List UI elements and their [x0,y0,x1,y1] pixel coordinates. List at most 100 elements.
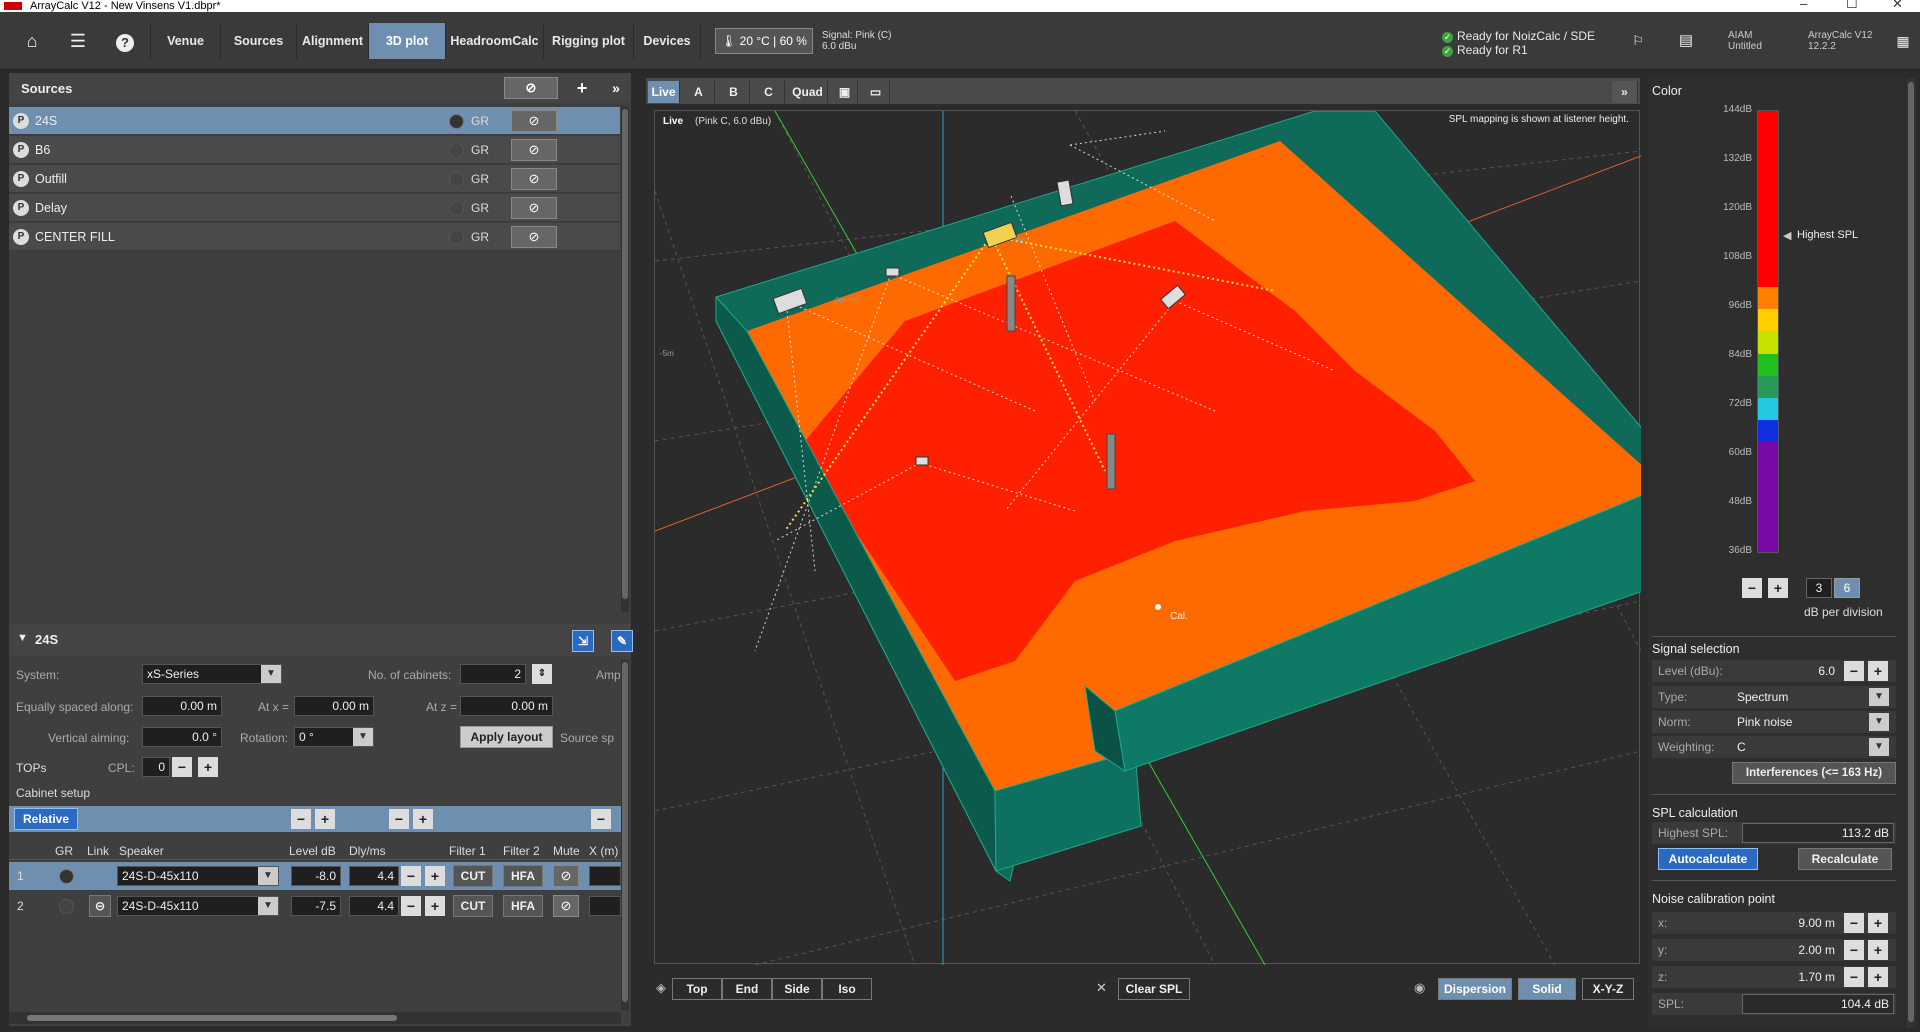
sources-scrollbar[interactable] [621,107,629,612]
maximize-icon[interactable]: ☐ [1846,0,1858,10]
delay-minus-button[interactable]: − [401,896,421,916]
view-top-button[interactable]: Top [672,978,722,1000]
filter1-button[interactable]: CUT [453,895,493,917]
dispersion-button[interactable]: Dispersion [1438,978,1512,1000]
filter2-button[interactable]: HFA [503,865,543,887]
temperature-button[interactable]: 🌡 20 °C | 60 % [715,28,813,54]
xyz-button[interactable]: X-Y-Z [1582,978,1634,1000]
level-plus-button[interactable]: + [1868,661,1888,681]
spaced-field[interactable]: 0.00 m [142,696,222,716]
tab-headroomcalc[interactable]: HeadroomCalc [445,23,543,59]
mute-all-button[interactable]: ⊘ [504,77,558,99]
tab-devices[interactable]: Devices [633,23,701,59]
spl-3d-plot[interactable]: Cal. 5m 0m (Y) -5m [654,110,1700,966]
delay-plus-button[interactable]: + [425,896,445,916]
mute-button[interactable]: ⊘ [511,168,557,190]
cabinets-stepper[interactable]: ⇕ [532,664,552,684]
table-row[interactable]: 1 24S-D-45x110 ▼ -8.0 4.4 − + CUT HFA ⊘ [9,862,621,890]
tab-b[interactable]: B [718,81,750,103]
gr-toggle[interactable] [449,114,464,129]
horizontal-scrollbar[interactable] [9,1012,621,1024]
gr-toggle[interactable] [59,899,74,914]
expand-icon[interactable]: » [1612,81,1638,103]
gr-toggle[interactable] [449,143,464,158]
cpl-minus-button[interactable]: − [172,757,192,777]
x-minus-button[interactable]: − [591,809,611,829]
gr-toggle[interactable] [449,172,464,187]
type-select[interactable]: Spectrum ▼ [1732,687,1890,707]
vertical-aiming-field[interactable]: 0.0 ° [142,727,222,747]
cal-z-field[interactable]: 1.70 m [1742,967,1840,987]
collapse-icon[interactable]: ▼ [17,632,28,644]
tab-quad[interactable]: Quad [788,81,828,103]
x-field[interactable] [589,866,621,886]
home-icon[interactable]: ⌂ [14,23,50,59]
link-icon[interactable]: ⊝ [89,895,111,917]
minimize-icon[interactable]: – [1800,0,1807,10]
view-side-button[interactable]: Side [772,978,822,1000]
detail-scrollbar[interactable] [621,660,629,1010]
table-row[interactable]: 2 ⊝ 24S-D-45x110 ▼ -7.5 4.4 − + CUT HFA ⊘ [9,892,621,920]
rotation-select[interactable]: 0 ° ▼ [294,727,374,747]
level-plus-button[interactable]: + [315,809,335,829]
3d-viewport[interactable]: Cal. 5m 0m (Y) -5m Live (Pink C, 6.0 dBu… [654,110,1700,966]
cal-z-plus-button[interactable]: + [1868,967,1888,987]
atx-field[interactable]: 0.00 m [294,696,374,716]
cal-y-plus-button[interactable]: + [1868,940,1888,960]
expand-icon[interactable]: » [605,77,627,99]
tab-sources[interactable]: Sources [220,23,296,59]
clear-spl-button[interactable]: Clear SPL [1118,978,1190,1000]
weighting-select[interactable]: C ▼ [1732,737,1890,757]
delay-field[interactable]: 4.4 [349,866,399,886]
level-field[interactable]: -8.0 [291,866,341,886]
right-scrollbar[interactable] [1906,78,1916,1028]
delay-field[interactable]: 4.4 [349,896,399,916]
view-end-button[interactable]: End [722,978,772,1000]
interferences-button[interactable]: Interferences (<= 163 Hz) [1732,762,1896,784]
speaker-select[interactable]: 24S-D-45x110 ▼ [117,866,279,886]
close-icon[interactable]: ✕ [1892,0,1903,10]
level-field[interactable]: -7.5 [291,896,341,916]
delay-minus-button[interactable]: − [389,809,409,829]
eye-icon[interactable]: ◉ [1414,980,1425,996]
norm-select[interactable]: Pink noise ▼ [1732,712,1890,732]
atz-field[interactable]: 0.00 m [460,696,553,716]
level-minus-button[interactable]: − [1844,661,1864,681]
apply-layout-button[interactable]: Apply layout [460,726,553,748]
source-row-center-fill[interactable]: P CENTER FILL GR ⊘ [9,223,620,251]
edit-icon[interactable]: ✎ [611,630,633,652]
mute-button[interactable]: ⊘ [511,197,557,219]
level-field[interactable]: 6.0 [1732,661,1840,681]
source-row-24s[interactable]: P 24S GR ⊘ [9,107,620,135]
tab-3d-plot[interactable]: 3D plot [368,23,445,59]
tab-live[interactable]: Live [648,81,680,103]
gr-toggle[interactable] [59,869,74,884]
gr-toggle[interactable] [449,201,464,216]
filter1-button[interactable]: CUT [453,865,493,887]
cpl-plus-button[interactable]: + [198,757,218,777]
folder-icon[interactable]: ▭ [862,81,890,103]
tab-c[interactable]: C [753,81,785,103]
tab-venue[interactable]: Venue [150,23,220,59]
delay-minus-button[interactable]: − [401,866,421,886]
grid-icon[interactable]: ▦ [1885,23,1920,59]
relative-button[interactable]: Relative [14,808,78,830]
cabinets-field[interactable]: 2 [460,664,526,684]
cal-y-minus-button[interactable]: − [1844,940,1864,960]
speaker-select[interactable]: 24S-D-45x110 ▼ [117,896,279,916]
mute-button[interactable]: ⊘ [511,226,557,248]
mute-button[interactable]: ⊘ [553,865,579,887]
div-6-button[interactable]: 6 [1834,578,1860,598]
range-minus-button[interactable]: − [1742,578,1762,598]
mute-button[interactable]: ⊘ [553,895,579,917]
range-plus-button[interactable]: + [1768,578,1788,598]
delay-plus-button[interactable]: + [413,809,433,829]
x-field[interactable] [589,896,621,916]
autocalculate-button[interactable]: Autocalculate [1658,848,1758,870]
layout-icon[interactable]: ⇲ [572,630,594,652]
mute-button[interactable]: ⊘ [511,110,557,132]
system-select[interactable]: xS-Series ▼ [142,664,282,684]
layers-icon[interactable]: ◈ [656,980,666,996]
add-source-icon[interactable]: + [571,77,593,99]
menu-icon[interactable]: ☰ [60,23,96,59]
